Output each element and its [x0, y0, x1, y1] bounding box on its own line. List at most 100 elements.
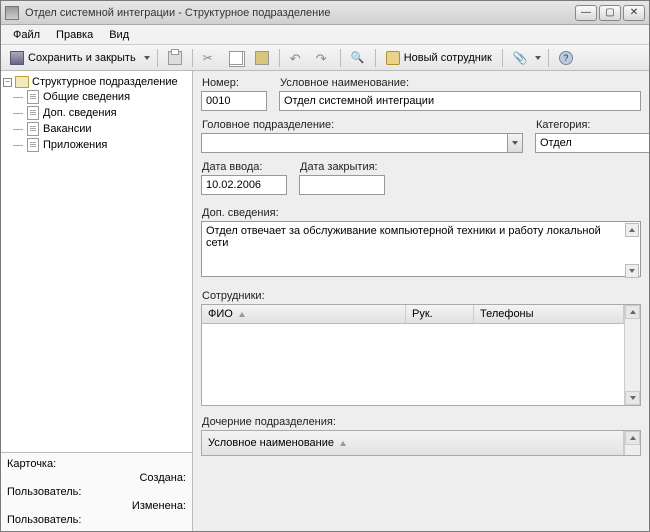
clip-icon	[513, 51, 527, 65]
doc-icon	[27, 122, 39, 136]
app-icon	[5, 6, 19, 20]
redo-button[interactable]	[311, 48, 335, 68]
help-button[interactable]: ?	[554, 48, 578, 68]
scroll-down-button[interactable]	[625, 391, 640, 405]
number-label: Номер:	[201, 77, 267, 89]
tree-item-label: Общие сведения	[43, 91, 130, 103]
find-button[interactable]	[346, 48, 370, 68]
category-input[interactable]	[535, 133, 649, 153]
date-in-label: Дата ввода:	[201, 161, 287, 173]
name-input[interactable]	[279, 91, 641, 111]
card-info: Карточка: Создана: Пользователь: Изменен…	[1, 452, 192, 531]
new-employee-label: Новый сотрудник	[404, 52, 492, 64]
col-tel[interactable]: Телефоны	[474, 305, 624, 323]
nav-tree: − Структурное подразделение Общие сведен…	[1, 71, 192, 452]
employees-grid: ФИО Рук. Телефоны	[201, 304, 641, 406]
scroll-up-button[interactable]	[625, 431, 640, 445]
maximize-button[interactable]: ▢	[599, 5, 621, 21]
separator	[340, 49, 341, 67]
date-out-input[interactable]	[299, 175, 385, 195]
col-child-name-label: Условное наименование	[208, 437, 334, 449]
separator	[375, 49, 376, 67]
paste-button[interactable]	[250, 48, 274, 68]
col-ruk[interactable]: Рук.	[406, 305, 474, 323]
menu-view[interactable]: Вид	[101, 27, 137, 43]
sort-asc-icon	[239, 312, 245, 317]
addinfo-label: Доп. сведения:	[201, 207, 641, 219]
parent-label: Головное подразделение:	[201, 119, 523, 131]
category-label: Категория:	[535, 119, 641, 131]
textarea-scroll	[625, 223, 639, 278]
doc-icon	[27, 106, 39, 120]
separator	[192, 49, 193, 67]
employees-label: Сотрудники:	[201, 290, 641, 302]
tree-item-label: Вакансии	[43, 123, 92, 135]
save-close-button[interactable]: Сохранить и закрыть	[5, 48, 141, 68]
cardinfo-user1: Пользователь:	[7, 485, 186, 499]
col-child-name[interactable]: Условное наименование	[202, 431, 624, 455]
titlebar: Отдел системной интеграции - Структурное…	[1, 1, 649, 25]
undo-icon	[290, 51, 304, 65]
separator	[502, 49, 503, 67]
employees-grid-body[interactable]	[202, 324, 624, 405]
menu-file[interactable]: Файл	[5, 27, 48, 43]
separator	[279, 49, 280, 67]
collapse-icon[interactable]: −	[3, 78, 12, 87]
cut-icon	[203, 51, 217, 65]
tree-root[interactable]: − Структурное подразделение	[3, 75, 190, 89]
tree-item-vacancies[interactable]: Вакансии	[27, 121, 190, 137]
user-icon	[386, 51, 400, 65]
toolbar: Сохранить и закрыть Новый сотрудник ?	[1, 45, 649, 71]
copy-button[interactable]	[224, 48, 248, 68]
parent-input[interactable]	[201, 133, 507, 153]
scroll-up-button[interactable]	[625, 223, 639, 237]
scroll-down-button[interactable]	[625, 264, 639, 278]
employees-scrollbar[interactable]	[624, 305, 640, 405]
cardinfo-user2: Пользователь:	[7, 513, 186, 527]
new-employee-button[interactable]: Новый сотрудник	[381, 48, 497, 68]
app-window: Отдел системной интеграции - Структурное…	[0, 0, 650, 532]
folder-icon	[15, 76, 29, 88]
doc-icon	[27, 138, 39, 152]
children-scrollbar[interactable]	[624, 431, 640, 455]
date-in-input[interactable]	[201, 175, 287, 195]
attach-dropdown[interactable]	[534, 48, 543, 68]
parent-dropdown-button[interactable]	[507, 133, 523, 153]
find-icon	[351, 51, 365, 65]
cut-button[interactable]	[198, 48, 222, 68]
save-close-dropdown[interactable]	[143, 48, 152, 68]
name-label: Условное наименование:	[279, 77, 641, 89]
save-close-label: Сохранить и закрыть	[28, 52, 136, 64]
tree-item-general[interactable]: Общие сведения	[27, 89, 190, 105]
cardinfo-created: Создана:	[7, 471, 186, 485]
menubar: Файл Правка Вид	[1, 25, 649, 45]
separator	[548, 49, 549, 67]
minimize-button[interactable]: —	[575, 5, 597, 21]
addinfo-textarea[interactable]	[201, 221, 641, 277]
col-fio[interactable]: ФИО	[202, 305, 406, 323]
tree-item-additional[interactable]: Доп. сведения	[27, 105, 190, 121]
number-input[interactable]	[201, 91, 267, 111]
paste-icon	[255, 51, 269, 65]
tree-root-label: Структурное подразделение	[32, 76, 178, 88]
category-combo[interactable]	[535, 133, 641, 153]
tree-item-attachments[interactable]: Приложения	[27, 137, 190, 153]
redo-icon	[316, 51, 330, 65]
scroll-up-button[interactable]	[625, 305, 640, 319]
print-button[interactable]	[163, 48, 187, 68]
window-title: Отдел системной интеграции - Структурное…	[25, 7, 575, 19]
undo-button[interactable]	[285, 48, 309, 68]
tree-item-label: Доп. сведения	[43, 107, 117, 119]
parent-combo[interactable]	[201, 133, 523, 153]
left-pane: − Структурное подразделение Общие сведен…	[1, 71, 193, 531]
menu-edit[interactable]: Правка	[48, 27, 101, 43]
print-icon	[168, 51, 182, 65]
copy-icon	[229, 51, 243, 65]
employees-grid-header: ФИО Рук. Телефоны	[202, 305, 624, 324]
children-label: Дочерние подразделения:	[201, 416, 641, 428]
doc-icon	[27, 90, 39, 104]
form-pane: Номер: Условное наименование: Головное п…	[193, 71, 649, 531]
close-button[interactable]: ✕	[623, 5, 645, 21]
attach-button[interactable]	[508, 48, 532, 68]
cardinfo-card: Карточка:	[7, 457, 186, 471]
